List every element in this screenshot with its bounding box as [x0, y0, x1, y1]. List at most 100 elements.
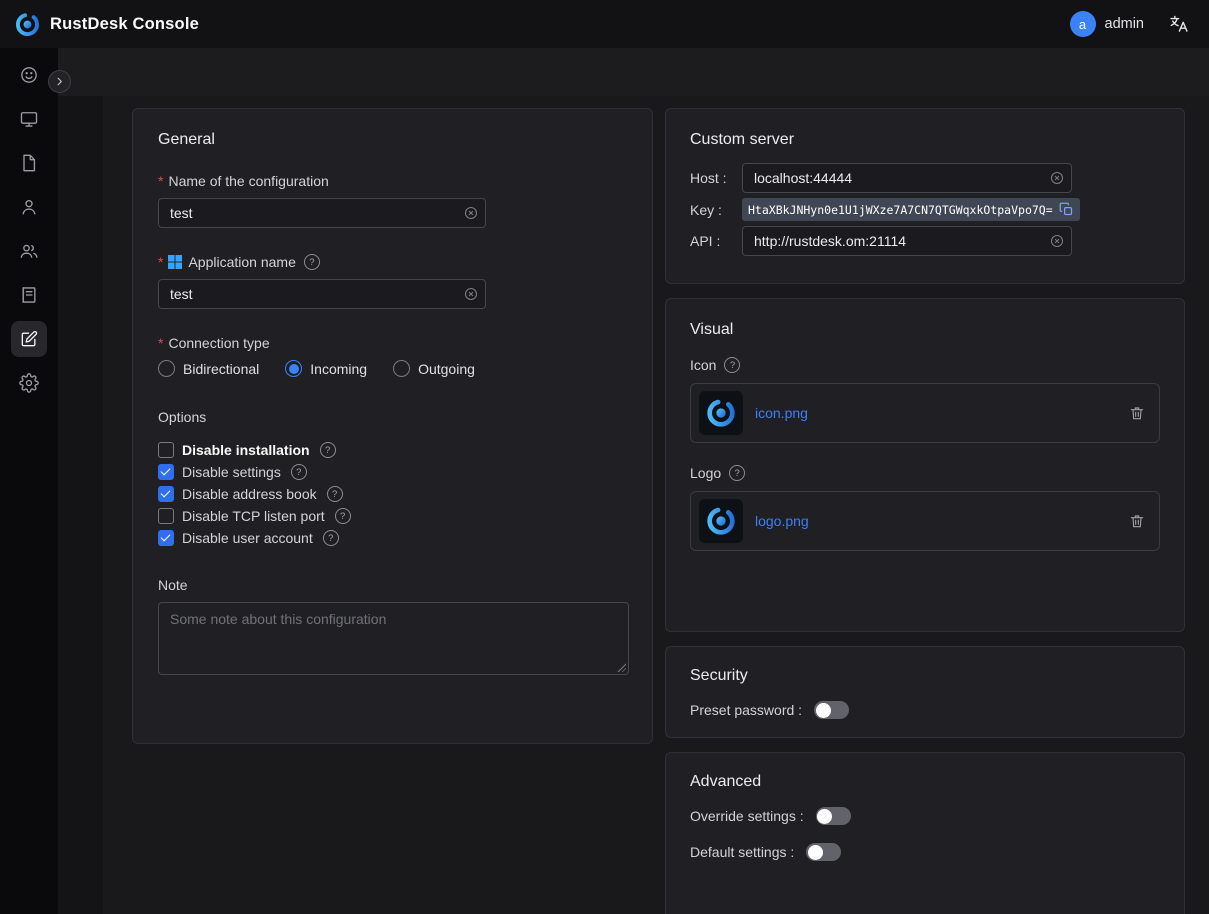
key-value: HtaXBkJNHyn0e1U1jWXze7A7CN7QTGWqxkOtpaVp…	[748, 203, 1053, 217]
checkbox[interactable]	[158, 464, 174, 480]
content-header-band	[58, 48, 1209, 96]
key-row: Key : HtaXBkJNHyn0e1U1jWXze7A7CN7QTGWqxk…	[690, 198, 1160, 221]
sidebar-item-users[interactable]	[11, 189, 47, 225]
connection-type-label: Connection type	[158, 335, 627, 351]
checkbox[interactable]	[158, 508, 174, 524]
clear-icon[interactable]	[464, 287, 478, 301]
checkbox[interactable]	[158, 486, 174, 502]
option-label: Disable settings	[182, 464, 281, 480]
override-settings-row: Override settings :	[690, 807, 1160, 825]
required-asterisk	[158, 173, 163, 189]
api-input[interactable]	[742, 226, 1072, 256]
users-icon	[19, 241, 39, 261]
sidebar-item-custom-clients[interactable]	[11, 321, 47, 357]
api-field	[742, 226, 1072, 256]
icon-label-text: Icon	[690, 357, 716, 373]
radio-incoming[interactable]: Incoming	[285, 360, 367, 377]
sidebar-item-documents[interactable]	[11, 145, 47, 181]
rustdesk-logo-icon	[14, 11, 41, 38]
sidebar	[0, 48, 58, 914]
note-textarea[interactable]	[158, 602, 629, 675]
host-input[interactable]	[742, 163, 1072, 193]
copy-icon[interactable]	[1059, 202, 1074, 217]
option-disable-settings[interactable]: Disable settings	[158, 461, 627, 483]
icon-filename-link[interactable]: icon.png	[755, 405, 808, 421]
logo-label-text: Logo	[690, 465, 721, 481]
configuration-name-label-text: Name of the configuration	[168, 173, 328, 189]
delete-icon[interactable]	[1129, 513, 1145, 529]
api-row: API :	[690, 226, 1160, 256]
help-icon[interactable]	[327, 486, 343, 502]
clear-icon[interactable]	[1050, 234, 1064, 248]
radio-outgoing[interactable]: Outgoing	[393, 360, 475, 377]
logo-preview	[699, 499, 743, 543]
custom-server-card: Custom server Host : Key : H	[665, 108, 1185, 284]
logo-filename-link[interactable]: logo.png	[755, 513, 809, 529]
visual-title: Visual	[690, 321, 1160, 339]
delete-icon[interactable]	[1129, 405, 1145, 421]
option-disable-address-book[interactable]: Disable address book	[158, 483, 627, 505]
user-icon	[19, 197, 39, 217]
sidebar-expand-button[interactable]	[48, 70, 71, 93]
clear-icon[interactable]	[1050, 171, 1064, 185]
checkbox[interactable]	[158, 442, 174, 458]
option-disable-user-account[interactable]: Disable user account	[158, 527, 627, 549]
security-title: Security	[690, 667, 1160, 685]
help-icon[interactable]	[320, 442, 336, 458]
application-name-input[interactable]	[158, 279, 486, 309]
general-card: General Name of the configuration	[132, 108, 653, 744]
radio-dot[interactable]	[158, 360, 175, 377]
username[interactable]: admin	[1105, 16, 1145, 32]
help-icon[interactable]	[323, 530, 339, 546]
sidebar-item-logs[interactable]	[11, 277, 47, 313]
application-name-field	[158, 279, 486, 309]
key-field: HtaXBkJNHyn0e1U1jWXze7A7CN7QTGWqxkOtpaVp…	[742, 198, 1080, 221]
topbar: RustDesk Console a admin	[0, 0, 1209, 48]
option-label: Disable installation	[182, 442, 310, 458]
default-settings-toggle[interactable]	[806, 843, 841, 861]
help-icon[interactable]	[335, 508, 351, 524]
icon-label: Icon	[690, 357, 1160, 373]
application-name-label-text: Application name	[188, 254, 295, 270]
sidebar-item-settings[interactable]	[11, 365, 47, 401]
key-label: Key :	[690, 202, 742, 218]
radio-dot[interactable]	[285, 360, 302, 377]
api-label: API :	[690, 233, 742, 249]
override-settings-label: Override settings :	[690, 808, 804, 824]
radio-bidirectional[interactable]: Bidirectional	[158, 360, 259, 377]
help-icon[interactable]	[729, 465, 745, 481]
user-avatar[interactable]: a	[1070, 11, 1096, 37]
sidebar-item-status[interactable]	[11, 57, 47, 93]
default-settings-row: Default settings :	[690, 843, 1160, 861]
host-label: Host :	[690, 170, 742, 186]
options-section: Options Disable installation Disable set…	[158, 409, 627, 549]
option-disable-tcp-listen-port[interactable]: Disable TCP listen port	[158, 505, 627, 527]
radio-dot[interactable]	[393, 360, 410, 377]
document-icon	[19, 153, 39, 173]
sidebar-item-devices[interactable]	[11, 101, 47, 137]
logo-upload-box[interactable]: logo.png	[690, 491, 1160, 551]
help-icon[interactable]	[724, 357, 740, 373]
note-field	[158, 602, 629, 675]
radio-label: Outgoing	[418, 361, 475, 377]
translate-icon[interactable]	[1169, 14, 1189, 34]
icon-upload-box[interactable]: icon.png	[690, 383, 1160, 443]
visual-card: Visual Icon icon.png	[665, 298, 1185, 632]
configuration-name-input[interactable]	[158, 198, 486, 228]
clear-icon[interactable]	[464, 206, 478, 220]
note-label-text: Note	[158, 577, 188, 593]
edit-icon	[19, 329, 39, 349]
options-label: Options	[158, 409, 627, 425]
checkbox[interactable]	[158, 530, 174, 546]
monitor-icon	[19, 109, 39, 129]
override-settings-toggle[interactable]	[816, 807, 851, 825]
option-disable-installation[interactable]: Disable installation	[158, 439, 627, 461]
option-label: Disable TCP listen port	[182, 508, 325, 524]
preset-password-toggle[interactable]	[814, 701, 849, 719]
windows-logo-icon	[168, 255, 182, 269]
help-icon[interactable]	[291, 464, 307, 480]
chevron-right-icon	[54, 76, 65, 87]
sidebar-item-groups[interactable]	[11, 233, 47, 269]
radio-label: Bidirectional	[183, 361, 259, 377]
help-icon[interactable]	[304, 254, 320, 270]
